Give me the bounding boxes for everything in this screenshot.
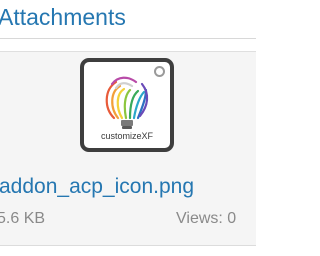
bottom-divider <box>0 245 256 246</box>
heading-divider <box>0 38 256 39</box>
attachments-heading: Attachments <box>0 4 126 30</box>
thumbnail-brand-text: customizeXF <box>101 131 154 141</box>
attachment-views: Views: 0 <box>176 210 237 227</box>
attachment-filename-link[interactable]: addon_acp_icon.png <box>0 173 194 201</box>
attachment-size: 5.6 KB <box>0 210 46 227</box>
select-ring-icon[interactable] <box>154 66 165 77</box>
attachments-page: Attachments customizeXF addon_acp_icon.p… <box>0 0 256 256</box>
